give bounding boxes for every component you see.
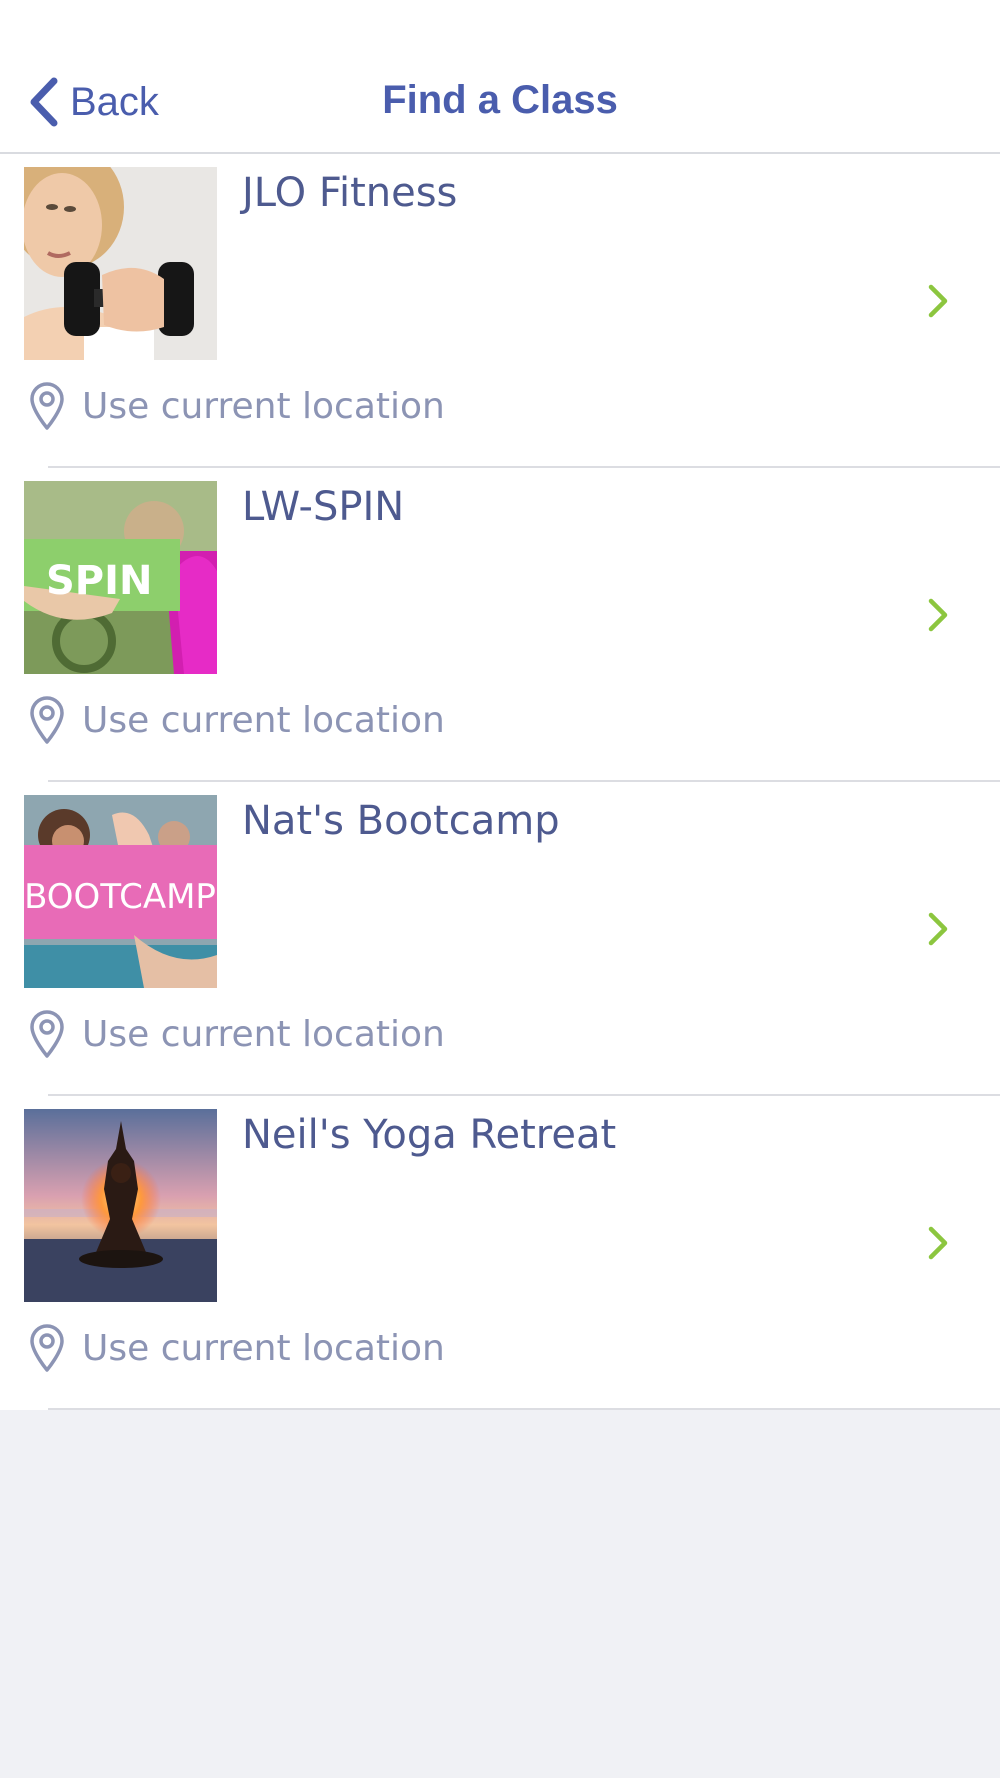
location-label: Use current location [82, 1327, 445, 1369]
class-name: JLO Fitness [242, 170, 458, 216]
location-pin-icon [30, 696, 64, 744]
class-thumbnail [24, 1109, 217, 1302]
class-thumbnail [24, 167, 217, 360]
chevron-right-icon [928, 598, 948, 632]
chevron-right-icon [928, 912, 948, 946]
class-row[interactable]: BOOTCAMP Nat's Bootcamp Use current loca… [0, 782, 1000, 1096]
class-row[interactable]: SPIN LW-SPIN Use current location [0, 468, 1000, 782]
divider [48, 1408, 1000, 1410]
class-name: LW-SPIN [242, 484, 405, 530]
image-text: BOOTCAMP [24, 877, 216, 917]
class-row[interactable]: JLO Fitness Use current location [0, 154, 1000, 468]
location-label: Use current location [82, 699, 445, 741]
class-name: Nat's Bootcamp [242, 798, 560, 844]
class-thumbnail: SPIN [24, 481, 217, 674]
class-thumbnail: BOOTCAMP [24, 795, 217, 988]
location-label: Use current location [82, 385, 445, 427]
class-name: Neil's Yoga Retreat [242, 1112, 617, 1158]
page-title: Find a Class [382, 78, 618, 122]
location-label: Use current location [82, 1013, 445, 1055]
navigation-bar: Back Find a Class [0, 0, 1000, 154]
location-pin-icon [30, 1010, 64, 1058]
location-row[interactable]: Use current location [28, 694, 445, 746]
location-row[interactable]: Use current location [28, 1008, 445, 1060]
chevron-right-icon [928, 1226, 948, 1260]
image-text: SPIN [46, 558, 152, 604]
class-list: JLO Fitness Use current location SPIN LW… [0, 154, 1000, 1410]
location-row[interactable]: Use current location [28, 1322, 445, 1374]
location-pin-icon [30, 1324, 64, 1372]
chevron-right-icon [928, 284, 948, 318]
location-pin-icon [30, 382, 64, 430]
class-row[interactable]: Neil's Yoga Retreat Use current location [0, 1096, 1000, 1410]
location-row[interactable]: Use current location [28, 380, 445, 432]
